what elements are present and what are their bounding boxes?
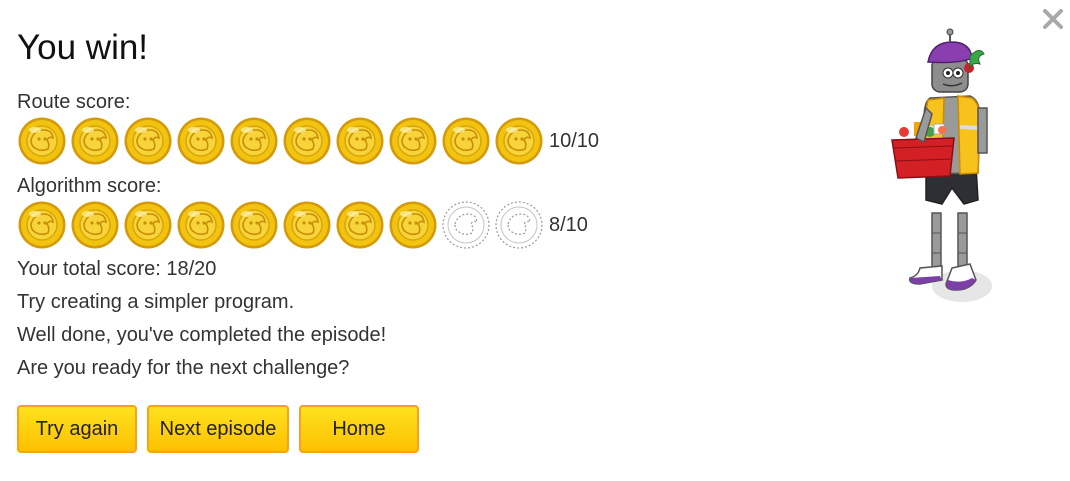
robot-delivery-character [891, 28, 992, 302]
coin-icon [18, 201, 66, 249]
next-challenge-text: Are you ready for the next challenge? [17, 357, 350, 379]
coin-icon [283, 201, 331, 249]
coin-icon [389, 117, 437, 165]
route-score-row: 10/10 [17, 116, 599, 166]
coin-icon [124, 201, 172, 249]
coin-icon [230, 201, 278, 249]
coin-icon [336, 117, 384, 165]
coin-icon [389, 201, 437, 249]
coin-icon [177, 201, 225, 249]
coin-icon [124, 117, 172, 165]
close-icon[interactable] [1040, 6, 1066, 32]
route-score-label: Route score: [17, 91, 131, 113]
coin-icon [336, 201, 384, 249]
coin-icon [71, 117, 119, 165]
coin-icon [495, 117, 543, 165]
try-again-button[interactable]: Try again [17, 405, 137, 453]
hint-text: Try creating a simpler program. [17, 291, 295, 313]
home-button[interactable]: Home [299, 405, 419, 453]
route-score-value: 10/10 [549, 129, 600, 152]
coin-icon [18, 117, 66, 165]
algorithm-score-value: 8/10 [549, 213, 588, 236]
coin-icon [177, 117, 225, 165]
coin-icon [442, 117, 490, 165]
coin-icon [230, 117, 278, 165]
completed-text: Well done, you've completed the episode! [17, 324, 387, 346]
algorithm-score-row: 8/10 [17, 200, 588, 250]
coin-icon [283, 117, 331, 165]
algorithm-score-label: Algorithm score: [17, 175, 162, 197]
coin-icon [71, 201, 119, 249]
next-episode-button[interactable]: Next episode [147, 405, 289, 453]
total-score-text: Your total score: 18/20 [17, 258, 217, 280]
empty-coin-icon [495, 201, 543, 249]
empty-coin-icon [442, 201, 490, 249]
dialog-title: You win! [17, 28, 149, 67]
